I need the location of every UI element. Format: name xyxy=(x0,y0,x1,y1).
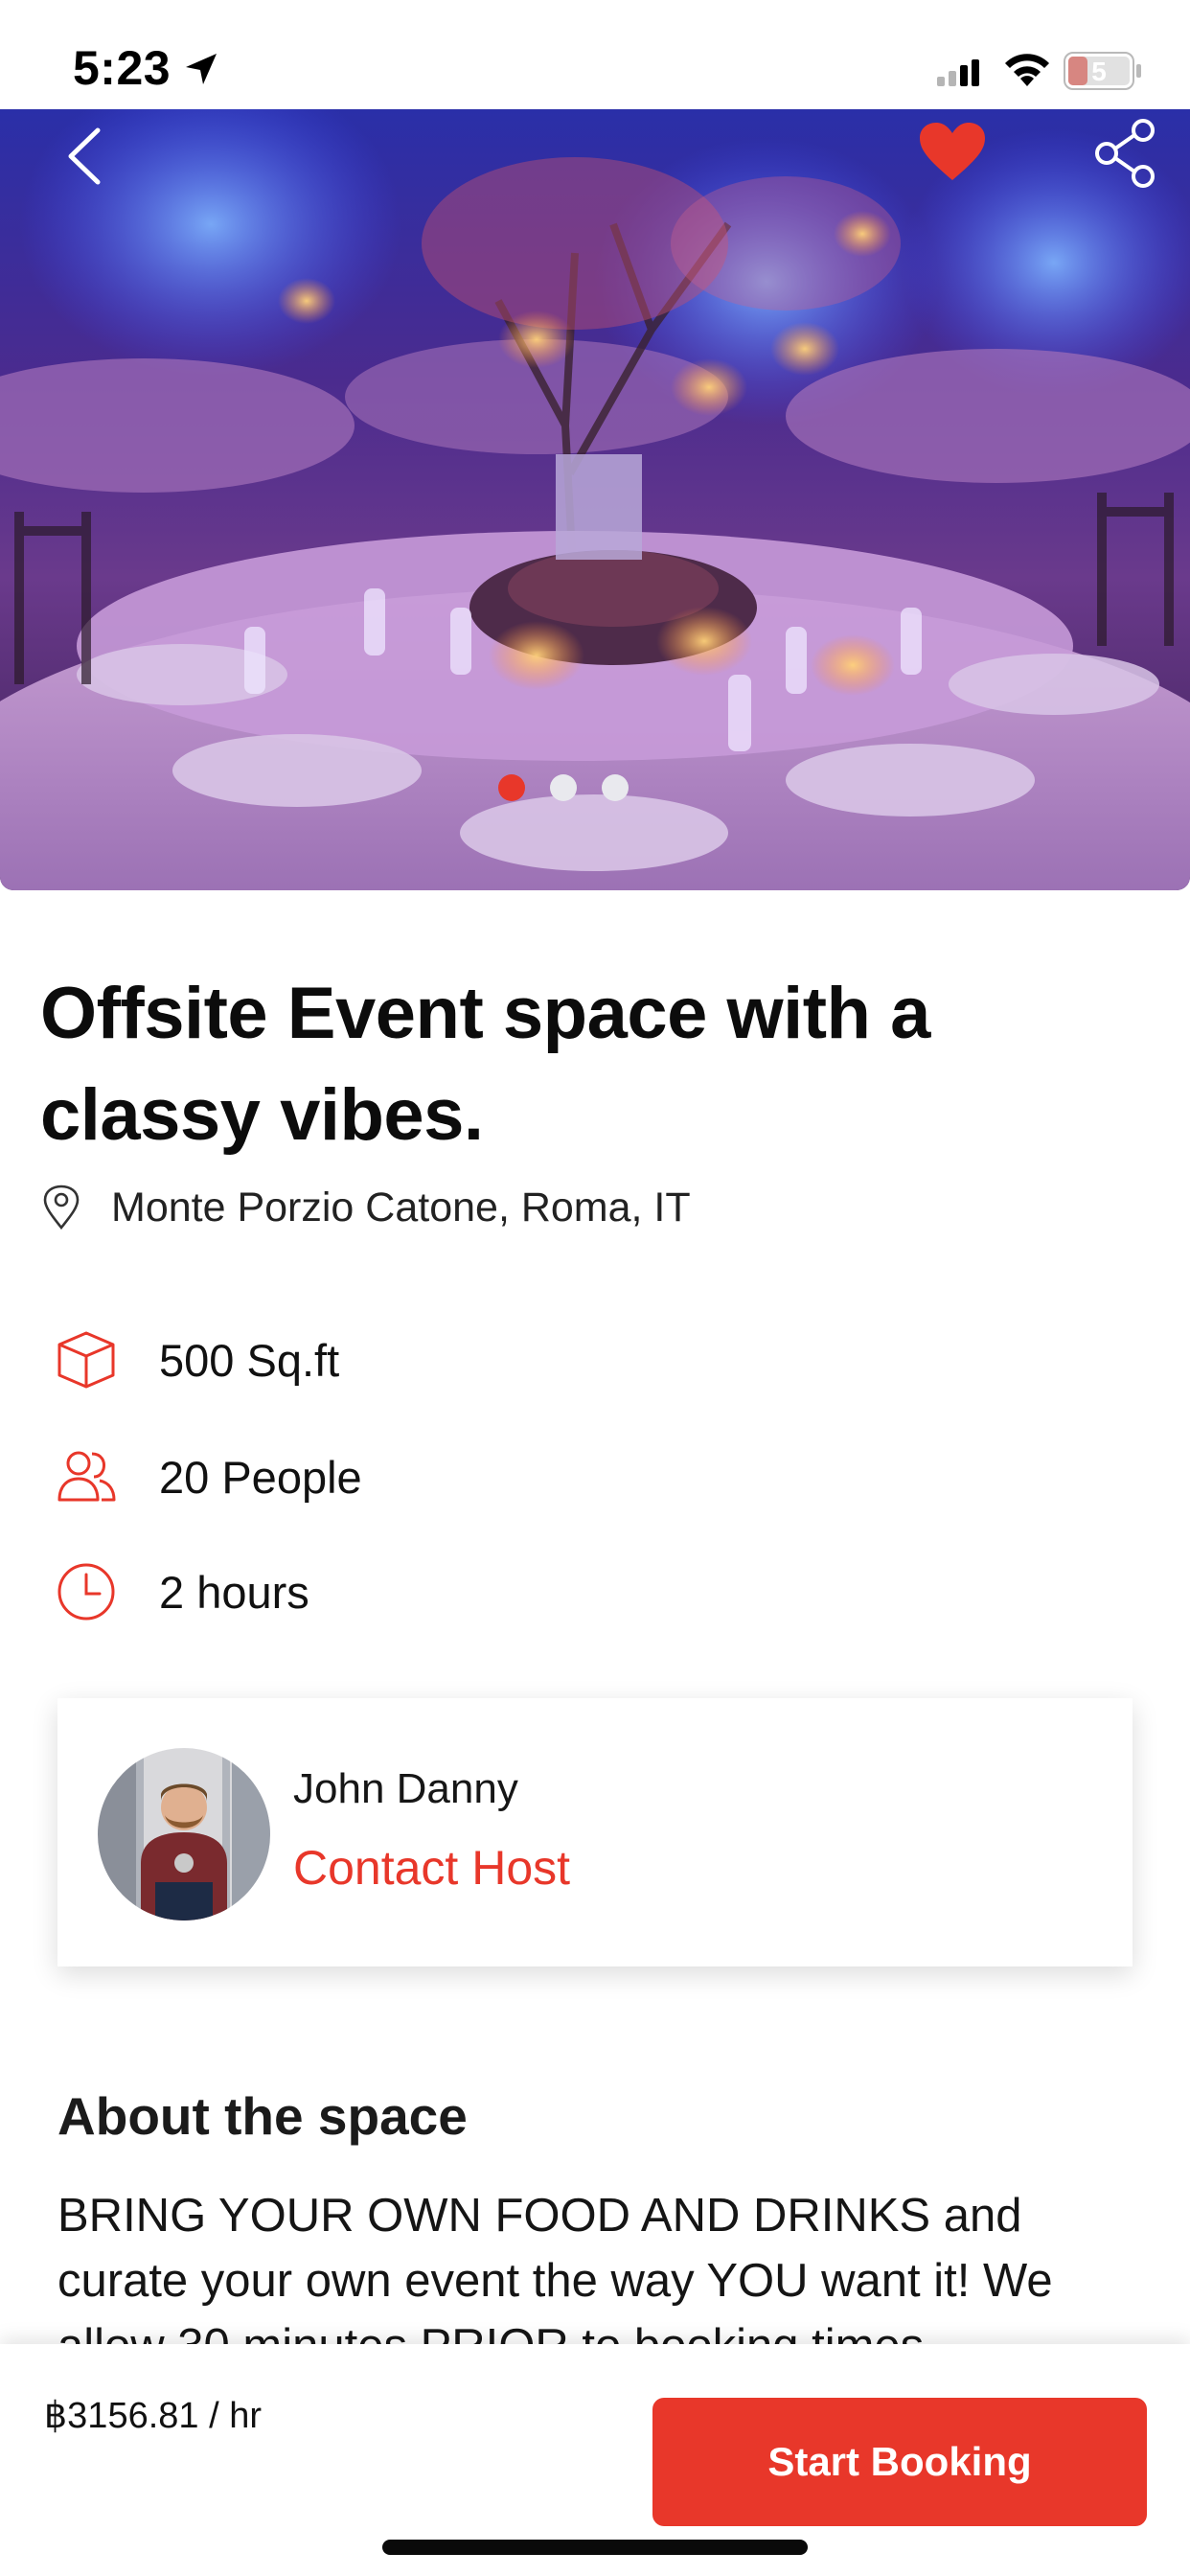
feature-duration-label: 2 hours xyxy=(159,1566,309,1618)
about-title: About the space xyxy=(57,2086,468,2146)
chevron-left-icon[interactable] xyxy=(63,125,105,188)
price-per-hour: ฿3156.81 / hr xyxy=(44,2396,262,2436)
hero-photo-carousel[interactable] xyxy=(0,109,1190,890)
map-pin-icon xyxy=(43,1184,80,1230)
about-description: BRING YOUR OWN FOOD AND DRINKS and curat… xyxy=(57,2190,1053,2344)
feature-area: 500 Sq.ft xyxy=(54,1326,339,1393)
venue-photo xyxy=(0,109,1190,890)
avatar[interactable] xyxy=(98,1748,270,1920)
people-icon xyxy=(57,1451,116,1502)
carousel-dot-1[interactable] xyxy=(498,774,525,801)
carousel-dots xyxy=(498,774,629,801)
carousel-dot-3[interactable] xyxy=(602,774,629,801)
feature-area-label: 500 Sq.ft xyxy=(159,1334,340,1386)
status-time: 5:23 xyxy=(73,41,172,95)
cellular-signal-icon xyxy=(937,59,979,86)
location-text: Monte Porzio Catone, Roma, IT xyxy=(111,1184,691,1230)
feature-capacity-label: 20 People xyxy=(159,1451,362,1503)
host-card: John Danny Contact Host xyxy=(57,1698,1133,1966)
start-booking-button[interactable]: Start Booking xyxy=(652,2398,1147,2526)
cube-icon xyxy=(57,1331,115,1389)
wifi-icon xyxy=(1005,54,1049,86)
location-arrow-icon xyxy=(186,54,217,84)
battery-level: 5 xyxy=(1091,57,1107,86)
heart-icon[interactable] xyxy=(918,121,987,184)
status-bar: 5:23 5 xyxy=(0,0,1190,109)
listing-title: Offsite Event space with a classy vibes. xyxy=(40,973,930,1156)
share-icon[interactable] xyxy=(1092,117,1159,190)
carousel-dot-2[interactable] xyxy=(550,774,577,801)
feature-duration: 2 hours xyxy=(54,1558,309,1625)
battery-icon: 5 xyxy=(1064,52,1142,90)
clock-icon xyxy=(57,1563,115,1621)
feature-capacity: 20 People xyxy=(54,1443,362,1510)
location-row: Monte Porzio Catone, Roma, IT xyxy=(40,1179,691,1236)
home-indicator[interactable] xyxy=(382,2540,808,2555)
contact-host-link[interactable]: Contact Host xyxy=(293,1840,570,1896)
host-name: John Danny xyxy=(293,1765,518,1812)
